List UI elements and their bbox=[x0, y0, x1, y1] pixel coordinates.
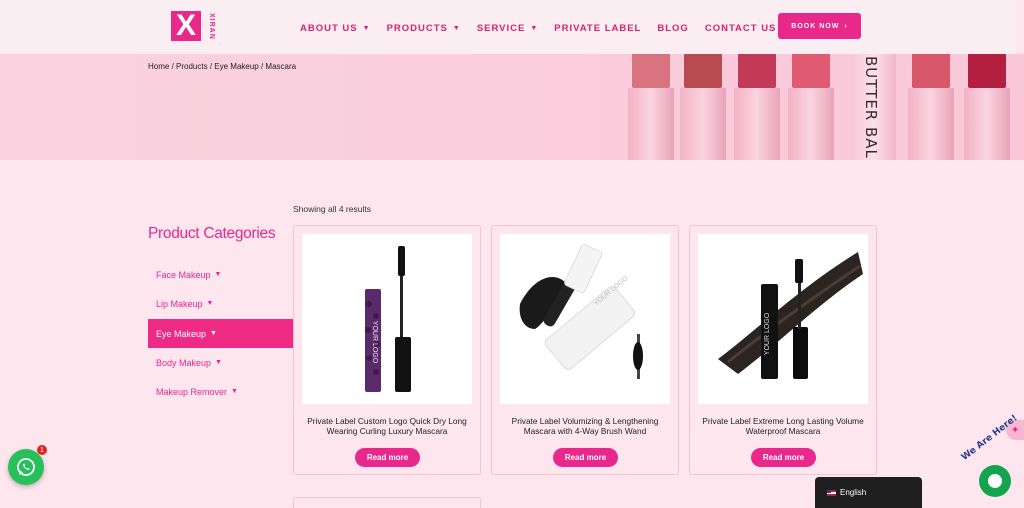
main-nav: ABOUT US ▼ PRODUCTS ▼ SERVICE ▼ PRIVATE LAB… bbox=[300, 22, 776, 34]
chevron-down-icon: ▼ bbox=[214, 271, 222, 278]
nav-about-us[interactable]: ABOUT US ▼ bbox=[300, 22, 371, 34]
product-image[interactable]: YOUR LOGO bbox=[698, 234, 868, 404]
product-title[interactable]: Private Label Volumizing & Lengthening M… bbox=[500, 416, 670, 436]
read-more-button[interactable]: Read more bbox=[553, 448, 618, 467]
category-eye-makeup[interactable]: Eye Makeup ▼ bbox=[148, 319, 293, 348]
site-header: X XIRAN ABOUT US ▼ PRODUCTS ▼ SERVICE ▼ PRI… bbox=[0, 0, 1016, 54]
product-card bbox=[293, 497, 481, 508]
chevron-down-icon: ▼ bbox=[210, 330, 217, 337]
product-image[interactable]: YOUR LOGO bbox=[500, 234, 670, 404]
chevron-down-icon: ▼ bbox=[231, 388, 238, 395]
category-lip-makeup[interactable]: Lip Makeup ▼ bbox=[148, 289, 293, 318]
breadcrumb: Home / Products / Eye Makeup / Mascara bbox=[148, 62, 297, 71]
nav-products[interactable]: PRODUCTS ▼ bbox=[387, 22, 461, 34]
results-count: Showing all 4 results bbox=[293, 204, 371, 214]
read-more-button[interactable]: Read more bbox=[751, 448, 816, 467]
sidebar-title: Product Categories bbox=[148, 225, 276, 242]
lipstick bbox=[788, 54, 834, 160]
chevron-down-icon: ▼ bbox=[215, 359, 222, 366]
language-selector[interactable]: English bbox=[815, 477, 922, 508]
chevron-down-icon: ▼ bbox=[452, 24, 461, 32]
chevron-down-icon: ▼ bbox=[206, 300, 214, 307]
nav-private-label[interactable]: PRIVATE LABEL bbox=[554, 22, 641, 34]
breadcrumb-current: Mascara bbox=[265, 62, 297, 71]
logo-wordmark: XIRAN bbox=[208, 13, 215, 40]
chevron-down-icon: ▼ bbox=[530, 24, 539, 32]
product-card: YOUR LOGO Private Label Extreme Long Las… bbox=[689, 225, 877, 475]
read-more-button[interactable]: Read more bbox=[355, 448, 420, 467]
whatsapp-button[interactable] bbox=[8, 449, 44, 485]
svg-text:YOUR LOGO: YOUR LOGO bbox=[764, 312, 771, 355]
lipstick bbox=[628, 54, 674, 160]
product-image[interactable]: YOUR LOGO bbox=[302, 234, 472, 404]
brand-logo[interactable]: X XIRAN bbox=[171, 11, 217, 43]
butter-balm-tube: BUTTER BAL bbox=[852, 54, 896, 160]
breadcrumb-eye-makeup[interactable]: Eye Makeup bbox=[214, 62, 258, 71]
us-flag-icon bbox=[827, 489, 836, 496]
category-makeup-remover[interactable]: Makeup Remover ▼ bbox=[148, 377, 293, 406]
category-body-makeup[interactable]: Body Makeup ▼ bbox=[148, 348, 293, 377]
breadcrumb-home[interactable]: Home bbox=[148, 62, 169, 71]
chat-button[interactable] bbox=[979, 465, 1011, 497]
svg-text:YOUR LOGO: YOUR LOGO bbox=[371, 321, 378, 364]
notification-badge: 1 bbox=[37, 445, 47, 455]
lipstick bbox=[734, 54, 780, 160]
lipstick bbox=[680, 54, 726, 160]
book-now-button[interactable]: BOOK NOW › bbox=[778, 13, 861, 39]
logo-mark: X bbox=[171, 11, 201, 41]
category-face-makeup[interactable]: Face Makeup ▼ bbox=[148, 260, 293, 289]
product-card: YOUR LOGO Private Label Custom Logo Quic… bbox=[293, 225, 481, 475]
chevron-down-icon: ▼ bbox=[362, 24, 371, 32]
nav-contact-us[interactable]: CONTACT US bbox=[705, 22, 777, 34]
product-title[interactable]: Private Label Custom Logo Quick Dry Long… bbox=[302, 416, 472, 436]
hero-lipstick-image bbox=[624, 54, 1024, 160]
chevron-right-icon: › bbox=[844, 22, 848, 30]
nav-blog[interactable]: BLOG bbox=[657, 22, 688, 34]
whatsapp-icon bbox=[17, 458, 35, 476]
breadcrumb-products[interactable]: Products bbox=[176, 62, 208, 71]
chat-icon bbox=[988, 474, 1002, 488]
product-card: YOUR LOGO Private Label Volumizing & Len… bbox=[491, 225, 679, 475]
lipstick bbox=[964, 54, 1010, 160]
nav-service[interactable]: SERVICE ▼ bbox=[477, 22, 538, 34]
product-title[interactable]: Private Label Extreme Long Lasting Volum… bbox=[698, 416, 868, 436]
lipstick bbox=[908, 54, 954, 160]
